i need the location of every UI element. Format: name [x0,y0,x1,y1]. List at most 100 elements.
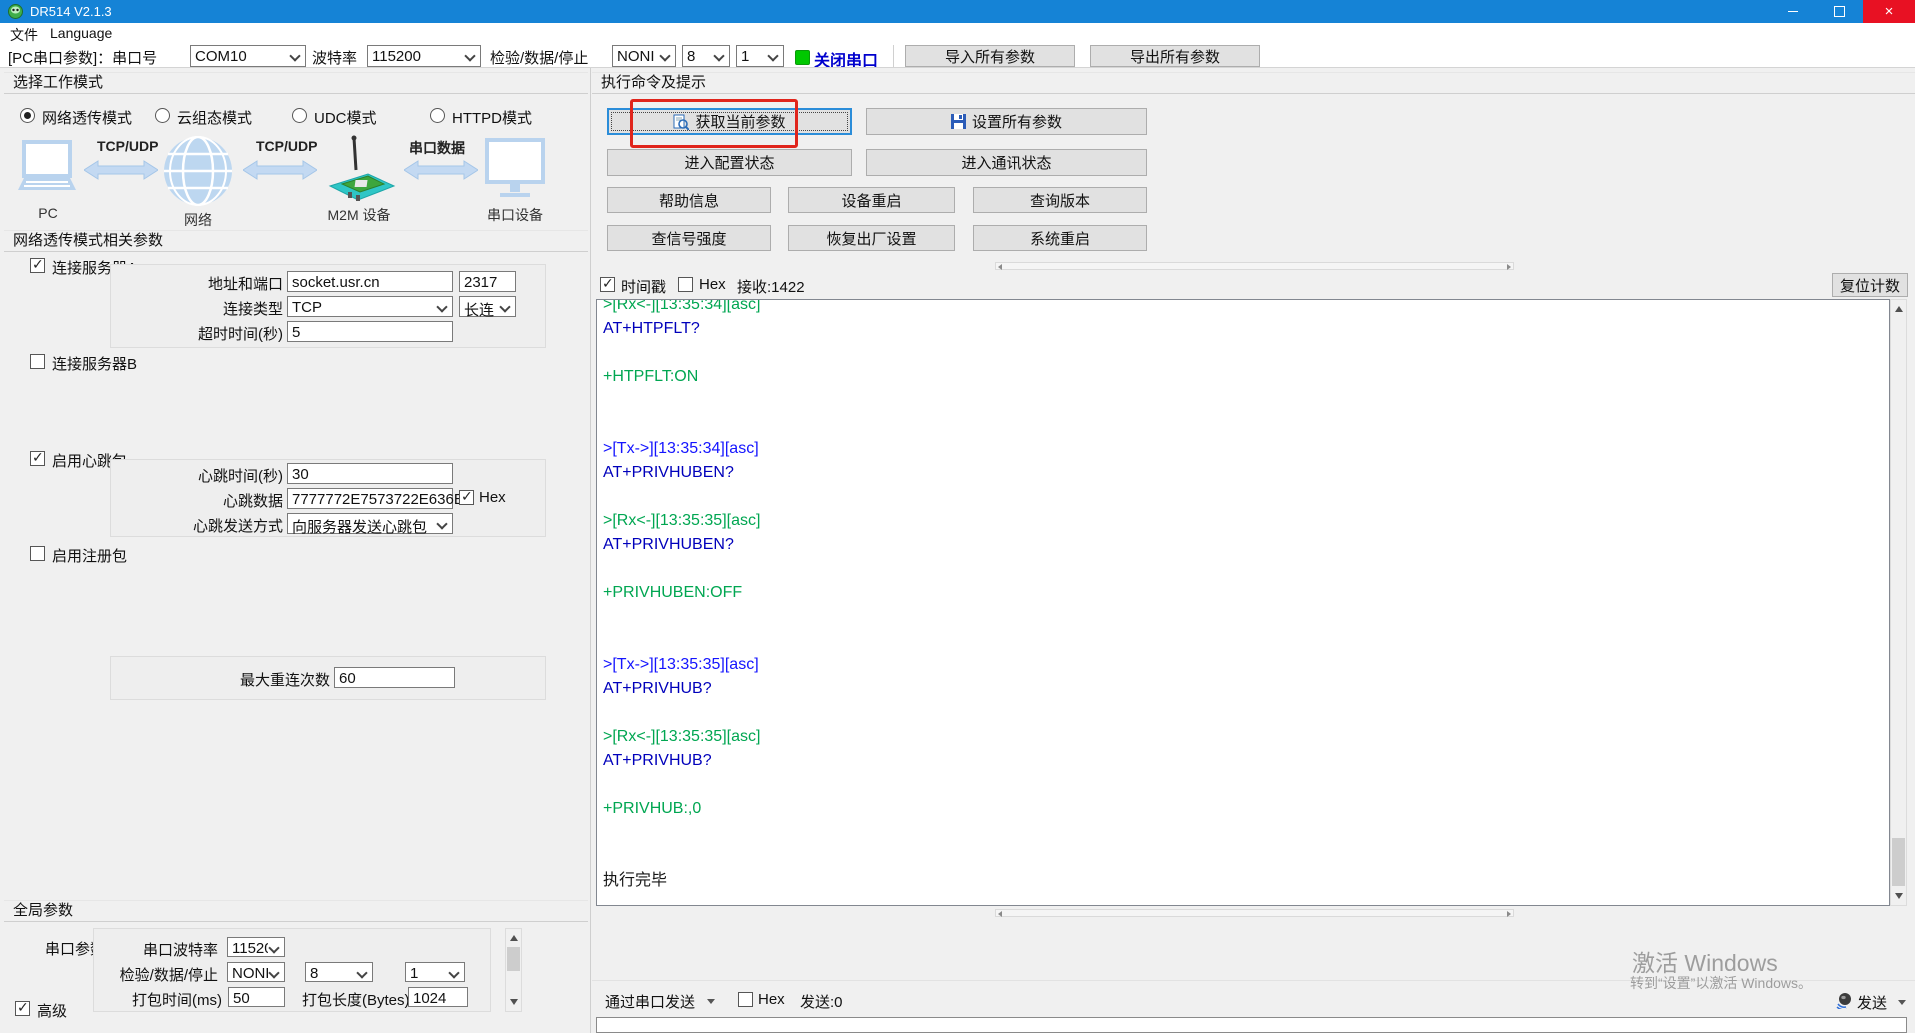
advanced-checkbox[interactable] [15,999,30,1016]
gp-databits-select[interactable]: 8 [305,962,373,982]
pack-time-input[interactable]: 50 [228,987,285,1007]
com-port-select[interactable]: COM10 [190,45,306,67]
double-arrow-icon [84,160,158,180]
work-mode-header: 选择工作模式 [4,72,588,94]
minimize-icon [1787,11,1798,12]
gp-parity-select[interactable]: NONE [227,962,285,982]
server-a-address-input[interactable]: socket.usr.cn [287,271,453,292]
menu-language[interactable]: Language [50,25,112,41]
export-params-button[interactable]: 导出所有参数 [1090,45,1260,67]
maximize-icon [1834,6,1845,17]
pack-len-label: 打包长度(Bytes) [302,992,410,1009]
factory-reset-button[interactable]: 恢复出厂设置 [788,225,955,251]
log-line: +HTPFLT:ON [603,368,699,385]
link1-label: TCP/UDP [97,138,159,154]
window-title: DR514 V2.1.3 [30,4,112,19]
log-line: AT+PRIVHUBEN? [603,536,734,553]
log-scrollbar[interactable] [1890,299,1907,906]
send-button[interactable]: 发送 [1857,992,1887,1013]
log-line: 执行完毕 [603,872,668,889]
gp-stopbits-select[interactable]: 1 [405,962,465,982]
baud-select[interactable]: 115200 [367,45,481,67]
radio-udc[interactable] [292,108,307,123]
conn-type-label: 连接类型 [222,301,283,318]
server-a-port-input[interactable]: 2317 [459,271,516,292]
pack-len-input[interactable]: 1024 [408,987,468,1007]
gp-baud-select[interactable]: 115200 [227,937,285,957]
scroll-up-icon [510,935,518,941]
double-arrow-icon [404,160,478,180]
log-output[interactable]: >[Rx<-][13:35:34][asc] AT+HTPFLT? +HTPFLT… [596,299,1890,906]
register-checkbox[interactable] [30,546,45,561]
scroll-down-icon [1895,893,1903,899]
system-reboot-button[interactable]: 系统重启 [973,225,1147,251]
log-hex-label: Hex [699,276,726,293]
gp-parity-label: 检验/数据/停止 [119,967,218,984]
log-line: >[Rx<-][13:35:34][asc] [603,299,761,313]
heartbeat-mode-select[interactable]: 向服务器发送心跳包 [287,513,453,536]
sent-counter: 发送:0 [800,994,843,1011]
app-icon [8,4,23,19]
conn-mode-select[interactable]: 长连 [459,296,516,319]
reset-counter-button[interactable]: 复位计数 [1832,273,1908,297]
timeout-input[interactable]: 5 [287,321,453,342]
send-method-dropdown[interactable]: 通过串口发送 [605,991,695,1012]
scroll-up-icon [1895,306,1903,312]
close-button[interactable]: × [1863,0,1915,23]
minimize-button[interactable] [1769,0,1816,23]
device-reboot-button[interactable]: 设备重启 [788,187,955,213]
conn-type-select[interactable]: TCP [287,296,453,317]
radio-httpd[interactable] [430,108,445,123]
radio-cloud[interactable] [155,108,170,123]
chevron-down-icon [707,999,715,1004]
menu-file[interactable]: 文件 [10,25,38,45]
heartbeat-checkbox[interactable] [30,449,45,466]
heartbeat-time-label: 心跳时间(秒) [198,468,283,485]
heartbeat-data-label: 心跳数据 [222,493,283,510]
send-text-input[interactable] [596,1017,1907,1033]
parity-select[interactable]: NONI [612,45,676,67]
server-a-checkbox[interactable] [30,256,45,273]
set-params-button[interactable]: 设置所有参数 [866,108,1147,135]
set-params-label: 设置所有参数 [971,114,1062,131]
send-icon [1836,993,1851,1009]
server-b-checkbox[interactable] [30,354,45,369]
scroll-right-icon [1507,264,1511,270]
enter-config-button[interactable]: 进入配置状态 [607,149,852,176]
log-line: >[Rx<-][13:35:35][asc] [603,512,761,529]
horizontal-scroll-strip[interactable] [995,262,1514,270]
scroll-left-icon [998,264,1002,270]
horizontal-scroll-strip[interactable] [995,909,1514,917]
gp-baud-label: 串口波特率 [142,942,218,959]
reconnect-input[interactable]: 60 [334,667,455,688]
send-hex-checkbox[interactable] [738,992,753,1007]
scrollbar-thumb[interactable] [1892,838,1905,886]
heartbeat-data-input[interactable]: 7777772E7573722E636E [287,488,464,509]
log-hex-checkbox[interactable] [678,277,693,292]
radio-net-transparent[interactable] [20,108,35,123]
send-hex-label: Hex [758,991,785,1008]
query-version-button[interactable]: 查询版本 [973,187,1147,213]
radio-cloud-label: 云组态模式 [177,110,253,127]
heartbeat-hex-checkbox[interactable] [459,488,474,505]
chevron-down-icon [268,942,280,954]
stopbits-select[interactable]: 1 [736,45,784,67]
import-params-button[interactable]: 导入所有参数 [905,45,1075,67]
databits-select[interactable]: 8 [682,45,730,67]
enter-comm-button[interactable]: 进入通讯状态 [866,149,1147,176]
help-button[interactable]: 帮助信息 [607,187,771,213]
heartbeat-time-input[interactable]: 30 [287,463,453,484]
advanced-label: 高级 [37,1003,68,1020]
log-line: +PRIVHUB:,0 [603,800,702,817]
global-params-scrollbar[interactable] [505,928,522,1012]
chevron-down-icon [713,50,725,62]
maximize-button[interactable] [1816,0,1863,23]
query-signal-button[interactable]: 查信号强度 [607,225,771,251]
timestamp-checkbox[interactable] [600,275,615,292]
scrollbar-thumb[interactable] [507,947,520,971]
